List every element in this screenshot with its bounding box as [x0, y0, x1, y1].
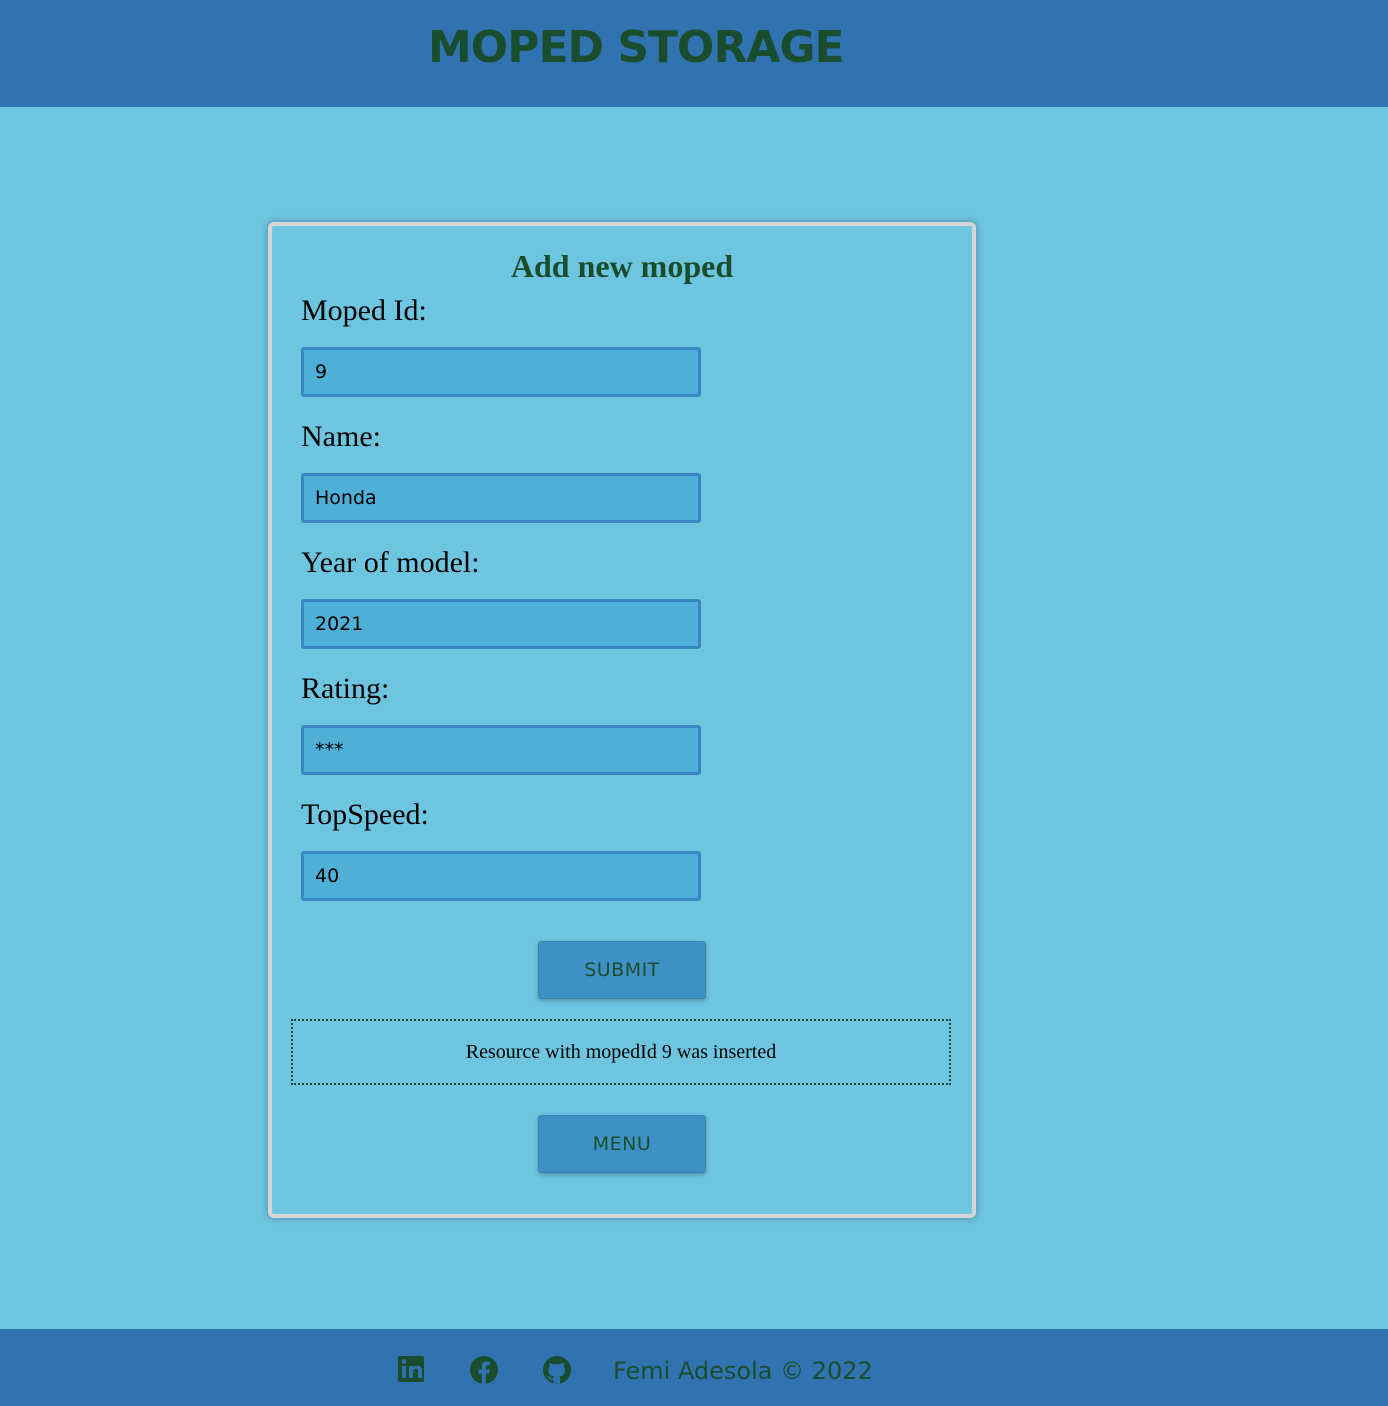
rating-input[interactable]	[301, 725, 701, 775]
facebook-icon[interactable]	[469, 1355, 499, 1385]
app-title: MOPED STORAGE	[428, 22, 845, 73]
year-of-model-label: Year of model:	[301, 546, 480, 579]
top-speed-label: TopSpeed:	[301, 798, 429, 831]
form-title: Add new moped	[510, 248, 734, 284]
submit-button[interactable]: SUBMIT	[538, 941, 706, 999]
footer-bar: Femi Adesola © 2022	[0, 1329, 1388, 1406]
rating-label: Rating:	[301, 672, 390, 705]
header-bar: MOPED STORAGE	[0, 0, 1388, 107]
status-message: Resource with mopedId 9 was inserted	[291, 1019, 951, 1085]
copyright-text: Femi Adesola © 2022	[613, 1357, 873, 1385]
moped-id-input[interactable]	[301, 347, 701, 397]
name-label: Name:	[301, 420, 381, 453]
menu-button[interactable]: MENU	[538, 1115, 706, 1173]
top-speed-input[interactable]	[301, 851, 701, 901]
name-input[interactable]	[301, 473, 701, 523]
moped-id-label: Moped Id:	[301, 294, 427, 327]
linkedin-icon[interactable]	[397, 1355, 427, 1385]
github-icon[interactable]	[542, 1355, 572, 1385]
add-moped-form: Add new moped Moped Id: Name: Year of mo…	[268, 222, 976, 1218]
year-of-model-input[interactable]	[301, 599, 701, 649]
